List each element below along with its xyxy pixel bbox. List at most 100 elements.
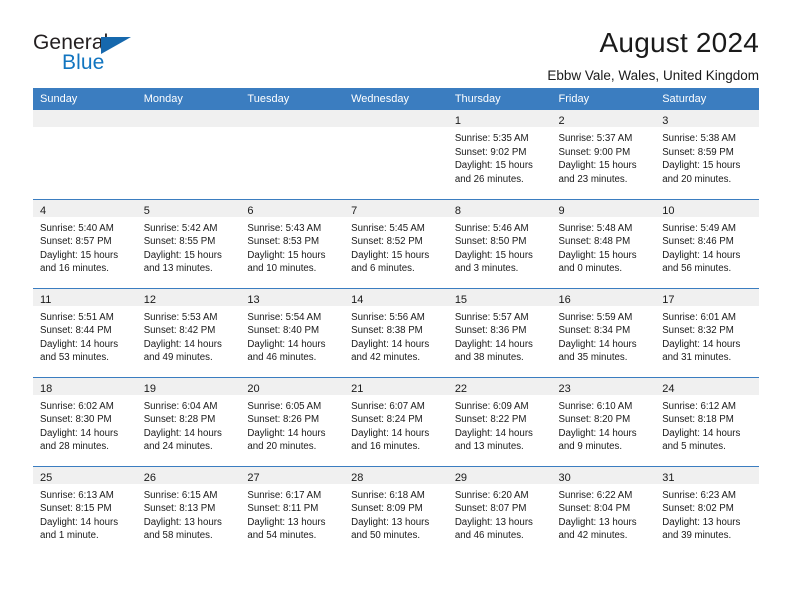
page-title: August 2024 [599,27,759,58]
sunrise-text: Sunrise: 6:04 AM [143,400,218,412]
day-number-band: 29 [447,466,552,484]
day-cell-details: Sunrise: 6:23 AM Sunset: 8:02 PM Daylight:… [655,484,759,543]
sunset-text: Sunset: 8:28 PM [143,414,216,426]
sunset-text: Sunset: 8:22 PM [454,414,527,426]
sunrise-text: Sunrise: 5:48 AM [558,222,633,234]
sunset-text: Sunset: 8:46 PM [662,236,734,248]
calendar-day-cell[interactable]: 29 Sunrise: 6:20 AM Sunset: 8:07 PM Dayligh… [447,465,552,555]
daylight-text-line1: Daylight: 14 hours [454,338,533,350]
sunset-text: Sunset: 8:15 PM [40,503,112,515]
sunset-text: Sunset: 8:48 PM [558,236,631,248]
weekday-header-friday: Friday [551,88,656,110]
day-number-band: 4 [33,199,137,217]
day-number: 4 [40,204,47,217]
calendar-day-cell[interactable]: 16 Sunrise: 5:59 AM Sunset: 8:34 PM Dayligh… [551,287,656,377]
calendar-day-cell[interactable]: 11 Sunrise: 5:51 AM Sunset: 8:44 PM Dayligh… [33,287,137,377]
day-number-band: 21 [344,377,448,395]
sunrise-text: Sunrise: 6:12 AM [662,400,736,412]
calendar-day-cell[interactable]: 5 Sunrise: 5:42 AM Sunset: 8:55 PM Daylight… [136,198,241,288]
calendar-day-cell[interactable]: 30 Sunrise: 6:22 AM Sunset: 8:04 PM Dayligh… [551,465,656,555]
day-number: 25 [40,471,53,484]
daylight-text-line2: and 42 minutes. [351,352,421,364]
day-number-band: 31 [655,466,759,484]
day-number-band: 6 [240,199,345,217]
calendar-day-cell[interactable]: 24 Sunrise: 6:12 AM Sunset: 8:18 PM Dayligh… [655,376,759,466]
calendar-day-cell[interactable]: 1 Sunrise: 5:35 AM Sunset: 9:02 PM Daylight… [447,110,552,199]
calendar-day-cell[interactable]: 19 Sunrise: 6:04 AM Sunset: 8:28 PM Dayligh… [136,376,241,466]
daylight-text-line2: and 6 minutes. [351,263,415,275]
daylight-text-line1: Daylight: 14 hours [143,338,222,350]
sunrise-text: Sunrise: 6:01 AM [662,311,736,323]
calendar-day-cell[interactable]: 17 Sunrise: 6:01 AM Sunset: 8:32 PM Dayligh… [655,287,759,377]
calendar-day-cell[interactable]: 31 Sunrise: 6:23 AM Sunset: 8:02 PM Dayligh… [655,465,759,555]
day-number: 8 [454,204,461,217]
day-number-band [33,110,137,127]
day-number: 12 [143,293,156,306]
daylight-text-line1: Daylight: 14 hours [351,427,430,439]
daylight-text-line2: and 13 minutes. [143,263,213,275]
daylight-text-line1: Daylight: 14 hours [558,338,637,350]
sunset-text: Sunset: 8:20 PM [558,414,631,426]
calendar-day-cell[interactable]: 13 Sunrise: 5:54 AM Sunset: 8:40 PM Dayligh… [240,287,345,377]
sunset-text: Sunset: 8:53 PM [247,236,320,248]
calendar-day-cell[interactable]: 23 Sunrise: 6:10 AM Sunset: 8:20 PM Dayligh… [551,376,656,466]
sunrise-text: Sunrise: 6:15 AM [143,489,218,501]
day-number: 17 [662,293,675,306]
calendar-day-cell[interactable]: 6 Sunrise: 5:43 AM Sunset: 8:53 PM Daylight… [240,198,345,288]
calendar-day-cell[interactable]: 10 Sunrise: 5:49 AM Sunset: 8:46 PM Dayligh… [655,198,759,288]
calendar-week-row: 4 Sunrise: 5:40 AM Sunset: 8:57 PM Daylight… [33,198,759,288]
calendar-day-cell[interactable]: 7 Sunrise: 5:45 AM Sunset: 8:52 PM Daylight… [344,198,448,288]
calendar-day-cell[interactable]: 4 Sunrise: 5:40 AM Sunset: 8:57 PM Daylight… [33,198,137,288]
calendar-day-cell[interactable]: 14 Sunrise: 5:56 AM Sunset: 8:38 PM Dayligh… [344,287,448,377]
calendar-day-cell[interactable]: 9 Sunrise: 5:48 AM Sunset: 8:48 PM Daylight… [551,198,656,288]
daylight-text-line2: and 16 minutes. [351,441,421,453]
sunrise-text: Sunrise: 5:59 AM [558,311,633,323]
daylight-text-line1: Daylight: 14 hours [247,427,326,439]
day-cell-details: Sunrise: 5:45 AM Sunset: 8:52 PM Daylight:… [344,217,448,276]
day-number-band: 24 [655,377,759,395]
calendar-day-cell[interactable]: 3 Sunrise: 5:38 AM Sunset: 8:59 PM Daylight… [655,110,759,199]
sunset-text: Sunset: 8:09 PM [351,503,423,515]
sunset-text: Sunset: 8:34 PM [558,325,631,337]
calendar-day-cell[interactable]: 2 Sunrise: 5:37 AM Sunset: 9:00 PM Daylight… [551,110,656,199]
day-cell-details: Sunrise: 6:05 AM Sunset: 8:26 PM Daylight:… [240,395,344,454]
sunrise-text: Sunrise: 5:49 AM [662,222,736,234]
day-number-band: 7 [344,199,448,217]
day-number-band: 25 [33,466,137,484]
calendar-day-cell[interactable]: 27 Sunrise: 6:17 AM Sunset: 8:11 PM Dayligh… [240,465,345,555]
sunrise-text: Sunrise: 6:05 AM [247,400,322,412]
calendar-day-cell[interactable]: 22 Sunrise: 6:09 AM Sunset: 8:22 PM Dayligh… [447,376,552,466]
day-number-band: 17 [655,288,759,306]
calendar-day-cell[interactable]: 25 Sunrise: 6:13 AM Sunset: 8:15 PM Dayligh… [33,465,137,555]
sunrise-text: Sunrise: 6:20 AM [454,489,529,501]
sunset-text: Sunset: 8:52 PM [351,236,423,248]
calendar-day-cell[interactable]: 12 Sunrise: 5:53 AM Sunset: 8:42 PM Dayligh… [136,287,241,377]
daylight-text-line1: Daylight: 13 hours [662,516,741,528]
sunset-text: Sunset: 9:00 PM [558,146,631,158]
day-number: 10 [662,204,675,217]
day-number-band: 20 [240,377,345,395]
daylight-text-line2: and 39 minutes. [662,530,732,542]
day-number-band: 16 [551,288,656,306]
calendar-day-cell[interactable]: 15 Sunrise: 5:57 AM Sunset: 8:36 PM Dayligh… [447,287,552,377]
sunrise-text: Sunrise: 5:42 AM [143,222,218,234]
sunset-text: Sunset: 8:57 PM [40,236,112,248]
generalblue-logo[interactable]: General Blue [33,24,163,76]
sunset-text: Sunset: 8:11 PM [247,503,319,515]
day-number-band: 18 [33,377,137,395]
sunset-text: Sunset: 8:32 PM [662,325,734,337]
calendar-day-cell[interactable]: 18 Sunrise: 6:02 AM Sunset: 8:30 PM Dayligh… [33,376,137,466]
calendar-day-cell[interactable]: 28 Sunrise: 6:18 AM Sunset: 8:09 PM Dayligh… [344,465,448,555]
calendar-day-cell[interactable]: 21 Sunrise: 6:07 AM Sunset: 8:24 PM Dayligh… [344,376,448,466]
sunrise-text: Sunrise: 6:22 AM [558,489,633,501]
day-number: 6 [247,204,254,217]
day-number: 31 [662,471,675,484]
calendar-day-cell[interactable]: 26 Sunrise: 6:15 AM Sunset: 8:13 PM Dayligh… [136,465,241,555]
daylight-text-line2: and 38 minutes. [454,352,524,364]
calendar-day-cell[interactable]: 8 Sunrise: 5:46 AM Sunset: 8:50 PM Daylight… [447,198,552,288]
day-number-band: 13 [240,288,345,306]
sunrise-text: Sunrise: 5:37 AM [558,133,633,144]
day-cell-details: Sunrise: 5:35 AM Sunset: 9:02 PM Daylight:… [448,127,552,186]
daylight-text-line2: and 56 minutes. [662,263,732,275]
calendar-day-cell[interactable]: 20 Sunrise: 6:05 AM Sunset: 8:26 PM Dayligh… [240,376,345,466]
